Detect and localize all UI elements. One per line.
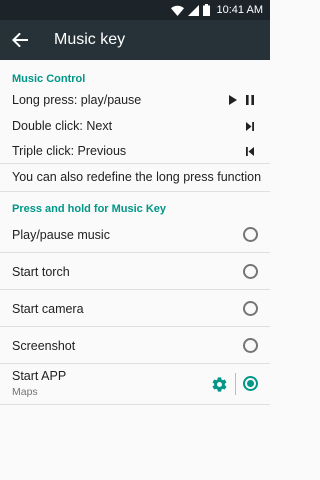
long-press-label: Long press: play/pause — [12, 93, 142, 107]
option-label: Start APP — [12, 369, 67, 383]
option-screenshot[interactable]: Screenshot — [0, 327, 270, 363]
play-icon — [228, 94, 238, 106]
option-play-pause[interactable]: Play/pause music — [0, 216, 270, 252]
double-click-label: Double click: Next — [12, 119, 113, 133]
vertical-divider — [235, 373, 236, 395]
status-time: 10:41 AM — [216, 4, 263, 16]
option-label: Start camera — [12, 302, 84, 316]
press-hold-header: Press and hold for Music Key — [12, 203, 167, 215]
arrow-back-icon — [12, 33, 28, 47]
screenshot-radio[interactable] — [243, 338, 258, 353]
wifi-icon — [170, 5, 184, 16]
divider — [0, 404, 270, 405]
page-title: Music key — [54, 31, 126, 48]
option-start-camera[interactable]: Start camera — [0, 290, 270, 326]
back-button[interactable] — [8, 28, 32, 52]
triple-click-label: Triple click: Previous — [12, 144, 127, 158]
signal-icon — [187, 4, 199, 16]
pause-icon — [245, 94, 255, 106]
start-torch-radio[interactable] — [243, 264, 258, 279]
redefine-note: You can also redefine the long press fun… — [12, 170, 262, 184]
skip-next-icon — [245, 120, 255, 132]
option-label: Start torch — [12, 265, 70, 279]
start-app-radio[interactable] — [243, 376, 258, 391]
battery-icon — [202, 4, 210, 16]
start-camera-radio[interactable] — [243, 301, 258, 316]
play-pause-radio[interactable] — [243, 227, 258, 242]
settings-icon[interactable] — [209, 374, 229, 394]
option-sublabel: Maps — [12, 386, 38, 398]
option-label: Play/pause music — [12, 228, 110, 242]
option-start-torch[interactable]: Start torch — [0, 253, 270, 289]
skip-previous-icon — [245, 145, 255, 157]
option-start-app[interactable]: Start APP Maps — [0, 364, 270, 404]
music-control-header: Music Control — [12, 73, 86, 85]
status-icons: 10:41 AM — [170, 3, 263, 17]
divider — [0, 191, 270, 192]
status-bar: 10:41 AM — [0, 0, 270, 20]
app-bar: Music key — [0, 20, 270, 60]
divider — [0, 163, 270, 164]
option-label: Screenshot — [12, 339, 76, 353]
